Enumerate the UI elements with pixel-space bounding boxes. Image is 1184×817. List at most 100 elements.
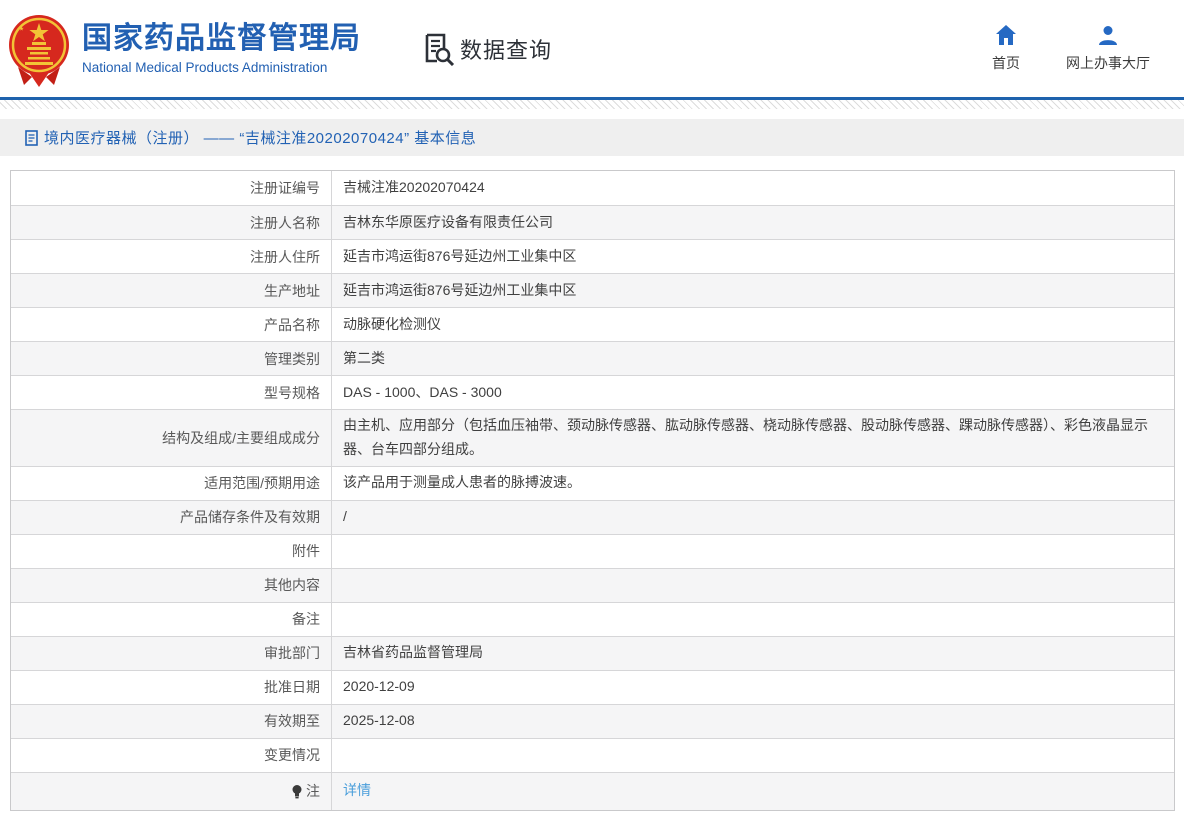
document-icon bbox=[25, 129, 38, 146]
table-row: 注册人名称 吉林东华原医疗设备有限责任公司 bbox=[11, 205, 1174, 239]
row-label-text: 注册人名称 bbox=[250, 214, 320, 231]
data-query-section: 数据查询 bbox=[423, 32, 552, 66]
table-row: 审批部门 吉林省药品监督管理局 bbox=[11, 635, 1174, 670]
row-label: 其他内容 bbox=[11, 568, 332, 602]
row-label-text: 适用范围/预期用途 bbox=[204, 475, 320, 492]
row-value-text: 吉林东华原医疗设备有限责任公司 bbox=[343, 213, 553, 230]
bulb-icon bbox=[292, 784, 302, 798]
row-label-text: 备注 bbox=[292, 611, 320, 628]
row-value-text: 2025-12-08 bbox=[343, 712, 415, 729]
row-label-text: 批准日期 bbox=[264, 679, 320, 696]
info-table: 注册证编号 吉械注准20202070424 注册人名称 吉林东华原医疗设备有限责… bbox=[10, 170, 1175, 811]
data-query-icon bbox=[425, 33, 455, 66]
header-hatch-strip bbox=[0, 100, 1184, 109]
row-label-text: 附件 bbox=[292, 543, 320, 560]
detail-link[interactable]: 详情 bbox=[343, 779, 371, 803]
row-label-text: 生产地址 bbox=[264, 282, 320, 299]
row-value: / bbox=[332, 501, 1174, 534]
row-label-text: 审批部门 bbox=[264, 645, 320, 662]
row-value: 吉林东华原医疗设备有限责任公司 bbox=[332, 206, 1174, 239]
table-row: 有效期至 2025-12-08 bbox=[11, 703, 1174, 738]
table-row: 注册证编号 吉械注准20202070424 bbox=[11, 171, 1174, 205]
row-label-text: 其他内容 bbox=[264, 577, 320, 594]
breadcrumb: 境内医疗器械（注册） —— “吉械注准20202070424” 基本信息 bbox=[0, 119, 1184, 156]
nav-service-hall-label: 网上办事大厅 bbox=[1066, 55, 1150, 71]
header-nav: 首页 网上办事大厅 bbox=[992, 24, 1184, 73]
page-header: 国家药品监督管理局 National Medical Products Admi… bbox=[0, 0, 1184, 97]
row-label-text: 注册证编号 bbox=[250, 180, 320, 196]
row-value-text: / bbox=[343, 508, 347, 525]
row-value-text: 2020-12-09 bbox=[343, 678, 415, 695]
row-label: 管理类别 bbox=[11, 342, 332, 375]
row-label: 型号规格 bbox=[11, 376, 332, 409]
row-value: 由主机、应用部分（包括血压袖带、颈动脉传感器、肱动脉传感器、桡动脉传感器、股动脉… bbox=[332, 410, 1174, 466]
row-value: 吉林省药品监督管理局 bbox=[332, 637, 1174, 670]
table-row: 型号规格 DAS - 1000、DAS - 3000 bbox=[11, 375, 1174, 409]
nav-service-hall[interactable]: 网上办事大厅 bbox=[1066, 24, 1150, 73]
row-value-text: 动脉硬化检测仪 bbox=[343, 315, 441, 332]
row-label-text: 注册人住所 bbox=[250, 248, 320, 265]
national-emblem-logo bbox=[9, 14, 69, 87]
row-label: 注册人住所 bbox=[11, 240, 332, 273]
row-label-text: 有效期至 bbox=[264, 713, 320, 730]
row-value: 该产品用于测量成人患者的脉搏波速。 bbox=[332, 467, 1174, 500]
row-value bbox=[332, 739, 1174, 772]
nav-home[interactable]: 首页 bbox=[992, 24, 1020, 73]
table-row: 产品储存条件及有效期 / bbox=[11, 499, 1174, 534]
org-name-en: National Medical Products Administration bbox=[82, 60, 328, 76]
table-row: 管理类别 第二类 bbox=[11, 341, 1174, 375]
row-label-text: 结构及组成/主要组成成分 bbox=[162, 429, 320, 446]
row-label: 适用范围/预期用途 bbox=[11, 466, 332, 500]
row-value-text: 吉械注准20202070424 bbox=[343, 179, 485, 196]
row-label-text: 管理类别 bbox=[264, 350, 320, 367]
row-value-text: 吉林省药品监督管理局 bbox=[343, 644, 483, 661]
org-title-block: 国家药品监督管理局 National Medical Products Admi… bbox=[82, 22, 361, 76]
row-value: 第二类 bbox=[332, 342, 1174, 375]
row-value-text: 由主机、应用部分（包括血压袖带、颈动脉传感器、肱动脉传感器、桡动脉传感器、股动脉… bbox=[343, 417, 1148, 457]
home-icon bbox=[996, 25, 1016, 45]
row-value: 动脉硬化检测仪 bbox=[332, 308, 1174, 341]
row-label-text: 注 bbox=[306, 783, 320, 800]
table-row: 结构及组成/主要组成成分 由主机、应用部分（包括血压袖带、颈动脉传感器、肱动脉传… bbox=[11, 409, 1174, 466]
row-label: 结构及组成/主要组成成分 bbox=[11, 410, 332, 466]
row-label-text: 型号规格 bbox=[264, 384, 320, 401]
table-row: 注 详情 bbox=[11, 771, 1174, 810]
table-row: 附件 bbox=[11, 533, 1174, 568]
nav-home-label: 首页 bbox=[992, 55, 1020, 71]
table-row: 产品名称 动脉硬化检测仪 bbox=[11, 307, 1174, 341]
org-name-cn: 国家药品监督管理局 bbox=[82, 21, 361, 55]
row-value: 2025-12-08 bbox=[332, 705, 1174, 738]
row-label: 批准日期 bbox=[11, 670, 332, 704]
row-value: 详情 bbox=[332, 773, 1174, 810]
row-label-text: 变更情况 bbox=[264, 747, 320, 764]
row-label: 附件 bbox=[11, 534, 332, 568]
table-row: 注册人住所 延吉市鸿运街876号延边州工业集中区 bbox=[11, 239, 1174, 273]
table-row: 其他内容 bbox=[11, 567, 1174, 602]
row-label-text: 产品储存条件及有效期 bbox=[180, 509, 320, 526]
row-value: 吉械注准20202070424 bbox=[332, 171, 1174, 205]
table-row: 变更情况 bbox=[11, 737, 1174, 772]
row-value: 延吉市鸿运街876号延边州工业集中区 bbox=[332, 240, 1174, 273]
row-label: 变更情况 bbox=[11, 738, 332, 772]
table-row: 批准日期 2020-12-09 bbox=[11, 669, 1174, 704]
row-label: 注册证编号 bbox=[11, 171, 332, 205]
row-value-text: DAS - 1000、DAS - 3000 bbox=[343, 383, 502, 400]
row-label: 生产地址 bbox=[11, 274, 332, 307]
row-value bbox=[332, 535, 1174, 568]
row-label: 有效期至 bbox=[11, 704, 332, 738]
user-icon bbox=[1099, 26, 1117, 45]
page-title: 境内医疗器械（注册） —— “吉械注准20202070424” 基本信息 bbox=[44, 130, 477, 147]
row-value-text: 延吉市鸿运街876号延边州工业集中区 bbox=[343, 247, 577, 264]
row-value bbox=[332, 603, 1174, 636]
row-label-text: 产品名称 bbox=[264, 316, 320, 333]
section-title: 数据查询 bbox=[460, 37, 553, 63]
row-label: 注 bbox=[11, 772, 332, 810]
row-label: 审批部门 bbox=[11, 636, 332, 670]
row-label: 产品储存条件及有效期 bbox=[11, 500, 332, 534]
row-value: DAS - 1000、DAS - 3000 bbox=[332, 376, 1174, 409]
table-row: 备注 bbox=[11, 601, 1174, 636]
table-row: 生产地址 延吉市鸿运街876号延边州工业集中区 bbox=[11, 273, 1174, 307]
row-value: 延吉市鸿运街876号延边州工业集中区 bbox=[332, 274, 1174, 307]
row-value-text: 延吉市鸿运街876号延边州工业集中区 bbox=[343, 281, 577, 298]
row-label: 备注 bbox=[11, 602, 332, 636]
